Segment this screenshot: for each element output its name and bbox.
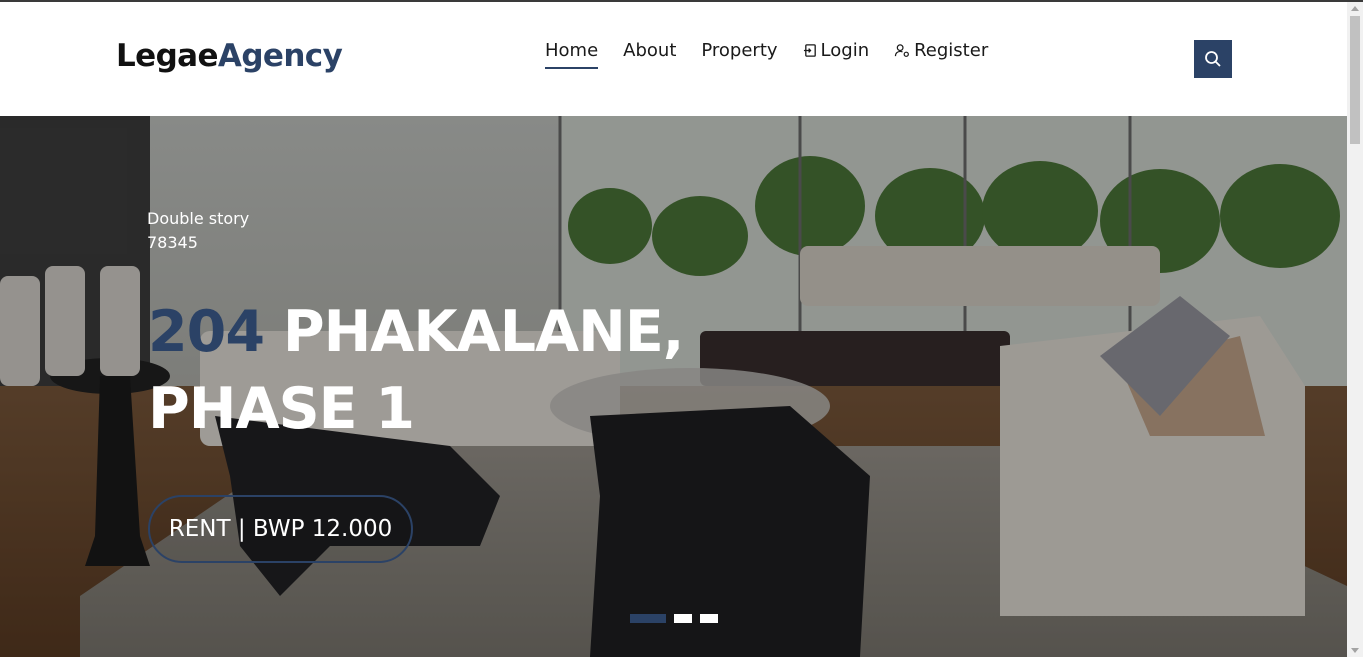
slider-dot-1[interactable] xyxy=(630,614,666,623)
hero-title: 204 PHAKALANE, PHASE 1 xyxy=(148,294,848,448)
hero-slider: Double story 78345 204 PHAKALANE, PHASE 1… xyxy=(0,116,1347,657)
nav-home-label: Home xyxy=(545,40,599,61)
hero-title-number: 204 xyxy=(148,299,265,365)
hero-property-type: Double story xyxy=(147,209,250,228)
search-icon xyxy=(1205,51,1221,67)
nav-register-link[interactable]: Register xyxy=(894,40,988,61)
hero-title-line2: PHASE 1 xyxy=(148,376,415,442)
page-scrollbar[interactable] xyxy=(1347,2,1363,657)
user-settings-icon xyxy=(894,44,910,57)
nav-property-link[interactable]: Property xyxy=(701,40,777,61)
scrollbar-thumb[interactable] xyxy=(1350,16,1360,144)
nav-register-label: Register xyxy=(914,40,989,61)
rent-price-button[interactable]: RENT | BWP 12.000 xyxy=(148,495,413,563)
logo-text-accent: Agency xyxy=(217,38,343,74)
nav-login-link[interactable]: Login xyxy=(803,40,870,61)
scroll-down-arrow-icon[interactable] xyxy=(1351,648,1359,653)
logo-text-primary: Legae xyxy=(116,38,219,74)
slider-dot-3[interactable] xyxy=(700,614,718,623)
nav-about-link[interactable]: About xyxy=(623,40,676,61)
main-nav: Home About Property Login Register xyxy=(545,40,1013,69)
site-header: LegaeAgency Home About Property Login Re… xyxy=(0,2,1347,116)
hero-property-code: 78345 xyxy=(147,233,198,252)
login-icon xyxy=(803,44,816,57)
search-button[interactable] xyxy=(1194,40,1232,78)
slider-dot-2[interactable] xyxy=(674,614,692,623)
nav-about-label: About xyxy=(623,40,677,61)
slider-pagination xyxy=(630,614,726,623)
hero-title-line1: PHAKALANE, xyxy=(263,299,685,365)
site-logo[interactable]: LegaeAgency xyxy=(116,38,343,74)
nav-home-link[interactable]: Home xyxy=(545,40,599,69)
nav-property-label: Property xyxy=(701,40,778,61)
scroll-up-arrow-icon[interactable] xyxy=(1351,6,1359,11)
nav-login-label: Login xyxy=(820,40,870,61)
